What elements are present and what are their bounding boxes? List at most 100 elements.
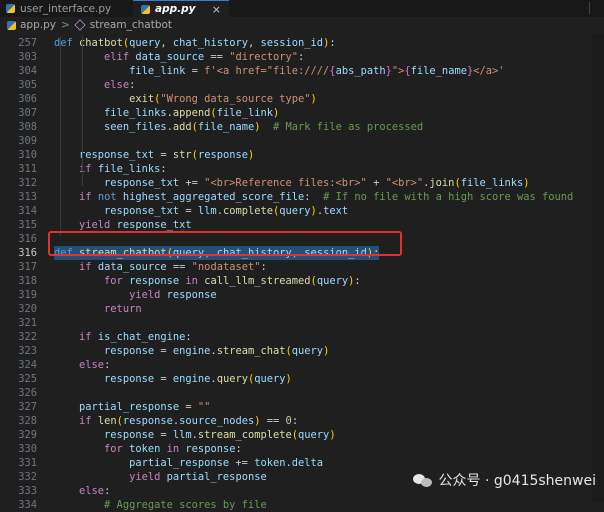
code-line[interactable]: 307 file_links.append(file_link) bbox=[0, 106, 604, 120]
line-number: 307 bbox=[18, 107, 37, 119]
line-number: 319 bbox=[18, 289, 37, 301]
line-number: 328 bbox=[18, 415, 37, 427]
code-line[interactable]: 320 return bbox=[0, 302, 604, 316]
code-text: if data_source == "nodataset": bbox=[79, 261, 267, 273]
code-text: response_txt += "<br>Reference files:<br… bbox=[104, 177, 530, 189]
code-line[interactable]: 318 for response in call_llm_streamed(qu… bbox=[0, 274, 604, 288]
code-editor[interactable]: 257 def chatbot(query, chat_history, sess… bbox=[0, 33, 604, 511]
code-line[interactable]: 323 response = engine.stream_chat(query) bbox=[0, 344, 604, 358]
code-line[interactable]: 322 if is_chat_engine: bbox=[0, 330, 604, 344]
code-line[interactable]: 306 exit("Wrong data_source type") bbox=[0, 92, 604, 106]
line-number: 320 bbox=[18, 303, 37, 315]
code-text: if not highest_aggregated_score_file: # … bbox=[79, 191, 574, 203]
line-number: 310 bbox=[18, 149, 37, 161]
line-number: 322 bbox=[18, 331, 37, 343]
code-line[interactable]: 311 if file_links: bbox=[0, 162, 604, 176]
breadcrumb: app.py > stream_chatbot bbox=[0, 17, 604, 33]
line-number: 327 bbox=[18, 401, 37, 413]
tab-user-interface[interactable]: user_interface.py bbox=[0, 0, 132, 17]
code-line[interactable]: 325 response = engine.query(query) bbox=[0, 372, 604, 386]
watermark: 公众号 · g0415shenwei bbox=[412, 470, 596, 490]
code-text: if is_chat_engine: bbox=[79, 331, 192, 343]
python-file-icon bbox=[7, 20, 16, 30]
python-file-icon bbox=[141, 4, 150, 14]
minimap[interactable] bbox=[592, 33, 604, 503]
code-line[interactable]: 327 partial_response = "" bbox=[0, 400, 604, 414]
line-number: 329 bbox=[18, 429, 37, 441]
line-number: 325 bbox=[18, 373, 37, 385]
code-text: for response in call_llm_streamed(query)… bbox=[104, 275, 361, 287]
line-number: 334 bbox=[18, 499, 37, 511]
code-text: response = engine.query(query) bbox=[104, 373, 292, 385]
line-number: 316 bbox=[18, 233, 37, 245]
code-text: partial_response = "" bbox=[79, 401, 211, 413]
line-number: 315 bbox=[18, 219, 37, 231]
code-line[interactable]: 330 for token in response: bbox=[0, 442, 604, 456]
code-text: # Aggregate scores by file bbox=[104, 499, 267, 511]
annotation-highlight-box bbox=[48, 231, 402, 256]
line-number: 308 bbox=[18, 121, 37, 133]
code-text: yield response bbox=[129, 289, 217, 301]
line-number: 321 bbox=[18, 317, 37, 329]
code-line[interactable]: 329 response = llm.stream_complete(query… bbox=[0, 428, 604, 442]
breadcrumb-separator: > bbox=[60, 19, 70, 31]
code-line[interactable]: 328 if len(response.source_nodes) == 0: bbox=[0, 414, 604, 428]
code-line[interactable]: 310 response_txt = str(response) bbox=[0, 148, 604, 162]
breadcrumb-file[interactable]: app.py bbox=[20, 19, 56, 31]
tab-app[interactable]: app.py × bbox=[133, 0, 229, 17]
code-text: def chatbot(query, chat_history, session… bbox=[54, 37, 336, 49]
code-text: file_link = f'<a href="file:////{abs_pat… bbox=[129, 65, 505, 77]
code-line[interactable]: 315 yield response_txt bbox=[0, 218, 604, 232]
line-number: 312 bbox=[18, 177, 37, 189]
code-text: response = engine.stream_chat(query) bbox=[104, 345, 330, 357]
line-number: 303 bbox=[18, 51, 37, 63]
code-text: else: bbox=[104, 79, 136, 91]
code-text: seen_files.add(file_name) # Mark file as… bbox=[104, 121, 424, 133]
watermark-text: 公众号 · g0415shenwei bbox=[438, 473, 596, 489]
code-line[interactable]: 334 # Aggregate scores by file bbox=[0, 498, 604, 512]
code-line[interactable]: 308 seen_files.add(file_name) # Mark fil… bbox=[0, 120, 604, 134]
code-text: response_txt = str(response) bbox=[79, 149, 255, 161]
code-line[interactable]: 312 response_txt += "<br>Reference files… bbox=[0, 176, 604, 190]
tab-label: user_interface.py bbox=[20, 2, 112, 15]
code-line[interactable]: 305 else: bbox=[0, 78, 604, 92]
code-line[interactable]: 331 partial_response += token.delta bbox=[0, 456, 604, 470]
code-text: elif data_source == "directory": bbox=[104, 51, 305, 63]
code-line[interactable]: 324 else: bbox=[0, 358, 604, 372]
line-number: 324 bbox=[18, 359, 37, 371]
code-text: response = llm.stream_complete(query) bbox=[104, 429, 336, 441]
code-text: else: bbox=[79, 359, 111, 371]
tab-label: app.py bbox=[155, 3, 196, 15]
close-icon[interactable]: × bbox=[212, 3, 221, 16]
line-number: 332 bbox=[18, 471, 37, 483]
code-line[interactable]: 303 elif data_source == "directory": bbox=[0, 50, 604, 64]
line-number: 311 bbox=[18, 163, 37, 175]
code-line[interactable]: 304 file_link = f'<a href="file:////{abs… bbox=[0, 64, 604, 78]
line-number: 331 bbox=[18, 457, 37, 469]
breadcrumb-symbol[interactable]: stream_chatbot bbox=[90, 19, 172, 31]
line-number: 306 bbox=[18, 93, 37, 105]
code-line[interactable]: 326 bbox=[0, 386, 604, 400]
line-number: 318 bbox=[18, 275, 37, 287]
code-text: yield partial_response bbox=[129, 471, 267, 483]
sticky-scroll-line[interactable]: 257 def chatbot(query, chat_history, sess… bbox=[0, 36, 604, 50]
line-number: 314 bbox=[18, 205, 37, 217]
line-number: 304 bbox=[18, 65, 37, 77]
code-line[interactable]: 313 if not highest_aggregated_score_file… bbox=[0, 190, 604, 204]
code-text: yield response_txt bbox=[79, 219, 192, 231]
line-number: 257 bbox=[18, 37, 37, 49]
code-text: return bbox=[104, 303, 142, 315]
line-number: 305 bbox=[18, 79, 37, 91]
tab-overflow-icon[interactable] bbox=[589, 2, 598, 14]
indent-guide bbox=[60, 36, 61, 236]
code-line[interactable]: 321 bbox=[0, 316, 604, 330]
code-line[interactable]: 319 yield response bbox=[0, 288, 604, 302]
code-line[interactable]: 314 response_txt = llm.complete(query).t… bbox=[0, 204, 604, 218]
tab-bar: user_interface.py app.py × bbox=[0, 0, 604, 17]
line-number: 313 bbox=[18, 191, 37, 203]
symbol-method-icon bbox=[74, 19, 86, 31]
code-line[interactable]: 317 if data_source == "nodataset": bbox=[0, 260, 604, 274]
code-line[interactable]: 309 bbox=[0, 134, 604, 148]
indent-guide bbox=[82, 36, 83, 186]
line-number: 317 bbox=[18, 261, 37, 273]
